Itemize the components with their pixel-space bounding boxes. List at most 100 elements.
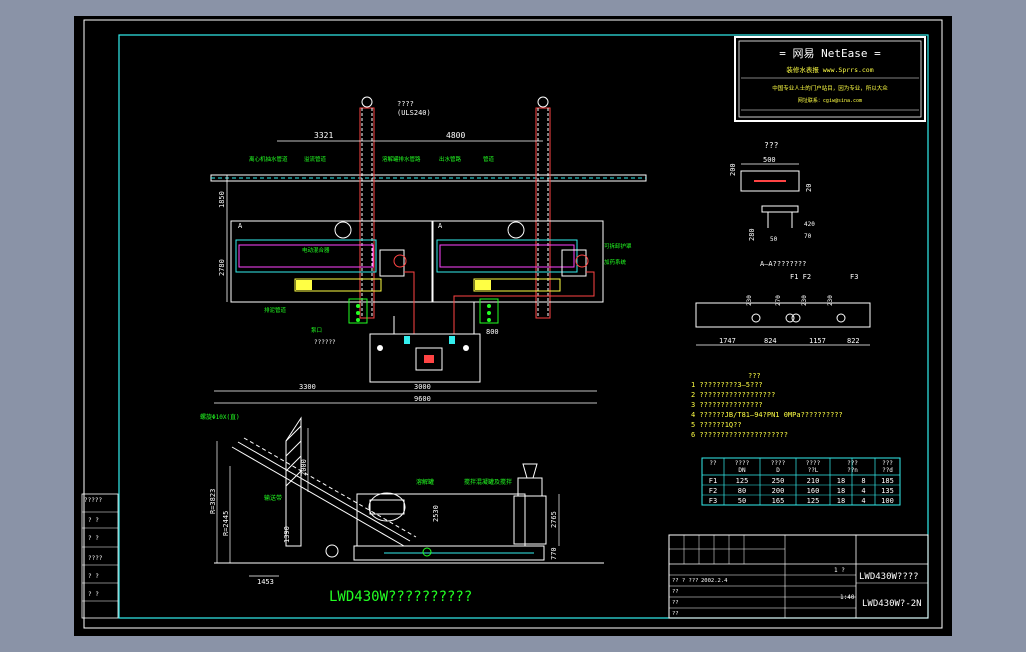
left-revision-table: ????? ? ? ? ? ???? ? ? ? ? <box>81 493 119 619</box>
flange-table-cell: 125 <box>807 497 820 505</box>
title-block-name: LWD430W???? <box>859 572 919 582</box>
title-block-row-3: ?? <box>672 600 679 606</box>
detail-dim-20: 20 <box>805 184 813 192</box>
left-table-6: ? ? <box>88 591 99 598</box>
notes-title: ??? <box>748 372 761 380</box>
elev-dim-2765: 2765 <box>550 511 558 528</box>
logo-subtitle: 装修水表报 www.Sprrs.com <box>786 65 873 74</box>
plan-pump-label: ???? <box>397 100 414 108</box>
elev-dim-1390: 1390 <box>283 526 291 543</box>
elev-dim-2530: 2530 <box>432 505 440 522</box>
note-6: 6 ????????????????????? <box>691 431 788 439</box>
callout-6: 可拆卸护罩 <box>604 242 632 250</box>
elev-label-top: 螺旋Φ10X(直) <box>200 413 240 421</box>
flange-table-cell: 135 <box>881 487 894 495</box>
flange-table: ?? ????DN????D??????L?????n?????dF1 125 250… <box>701 457 901 506</box>
flange-table-header: D <box>776 467 780 474</box>
callout-7: 加药系统 <box>604 258 627 266</box>
flange-table-cell: 250 <box>772 477 785 485</box>
title-block: LWD430W???? LWD430W?-2N 1:40 1 ? 2002.2.… <box>668 534 929 619</box>
plan-view: 3321 4800 ???? (ULS240) 1850 2780 3300 3… <box>210 96 647 404</box>
detail-dim-280: 280 <box>748 228 756 241</box>
plan-dim-3321: 3321 <box>314 131 333 140</box>
flange-table-cell: F3 <box>709 497 717 505</box>
plan-dim-800: 800 <box>486 328 499 336</box>
flange-table-cell: 160 <box>807 487 820 495</box>
cad-drawing-viewport[interactable]: = 网易 NetEase = 装修水表报 www.Sprrs.com 中国专业人… <box>74 16 952 636</box>
flange-table-cell: 18 <box>837 477 845 485</box>
flange-table-cell: F2 <box>709 487 717 495</box>
flange-table-cell: 200 <box>772 487 785 495</box>
section-title: A—A???????? <box>760 260 806 268</box>
plan-dim-3300: 3300 <box>299 383 316 391</box>
plan-dim-2780: 2780 <box>218 259 226 276</box>
section-dim-v3: 230 <box>801 295 808 306</box>
logo-line1: 中国专业人士的门户站目，因为专业，所以大众 <box>772 84 888 92</box>
callout-4: 出水管路 <box>439 155 462 163</box>
note-5: 5 ??????1Q?? <box>691 421 742 429</box>
flange-table-header: ???? <box>771 460 786 467</box>
flange-table-header: DN <box>738 467 746 474</box>
callout-8: 电动混合器 <box>302 246 330 254</box>
note-1: 1 ?????????3—5??? <box>691 381 763 389</box>
flange-table-header: ?? <box>709 460 717 467</box>
elev-label-dosing: 搅拌混凝罐及搅拌 <box>464 478 512 486</box>
flange-table-cell: 50 <box>738 497 746 505</box>
detail-dim-200: 200 <box>729 163 737 176</box>
callout-9: 排泥管道 <box>264 306 287 314</box>
flange-table-header: ??n <box>847 467 858 474</box>
callout-5: 管道 <box>483 155 495 163</box>
callout-1: 离心机抽水管道 <box>249 155 288 163</box>
plan-dim-1850: 1850 <box>218 191 226 208</box>
plan-dim-4800: 4800 <box>446 131 465 140</box>
section-dim-h4: 822 <box>847 337 860 345</box>
plan-controller-label: ?????? <box>314 339 336 346</box>
elev-label-tank: 溶解罐 <box>416 478 434 486</box>
detail-dim-420: 420 <box>804 221 815 228</box>
title-block-sheet: 1 ? <box>834 567 845 574</box>
flange-table-cell: 125 <box>736 477 749 485</box>
flange-table-cell: 80 <box>738 487 746 495</box>
detail-dim-70: 70 <box>804 233 812 240</box>
technical-notes: ??? 1 ?????????3—5??? 2 ????????????????… <box>691 372 843 439</box>
section-dim-h2: 824 <box>764 337 777 345</box>
netease-logo: = 网易 NetEase = 装修水表报 www.Sprrs.com 中国专业人… <box>734 36 926 122</box>
section-flange-f3: F3 <box>850 273 858 281</box>
note-2: 2 ?????????????????? <box>691 391 775 399</box>
section-dim-h3: 1157 <box>809 337 826 345</box>
flange-table-cell: 100 <box>881 497 894 505</box>
flange-table-cell: 8 <box>861 477 865 485</box>
left-table-4: ???? <box>88 555 103 562</box>
title-block-row-4: ?? <box>672 611 679 617</box>
callout-2: 溢流管道 <box>304 155 327 163</box>
elev-dim-770: 770 <box>550 547 558 560</box>
flange-table-header: ??? <box>847 460 858 467</box>
callout-3: 溶解罐排水管路 <box>382 155 421 163</box>
detail-title: ??? <box>764 141 779 150</box>
flange-table-header: ??? <box>882 460 893 467</box>
logo-title: = 网易 NetEase = <box>779 47 881 60</box>
title-block-scale: 1:40 <box>840 594 855 601</box>
flange-table-cell: F1 <box>709 477 717 485</box>
drawing-title: LWD430W?????????? <box>329 589 472 605</box>
section-flange-f1f2: F1 F2 <box>790 273 811 281</box>
title-block-row-2: ?? <box>672 589 679 595</box>
elev-dim-1453: 1453 <box>257 578 274 586</box>
left-table-2: ? ? <box>88 517 99 524</box>
flange-table-cell: 18 <box>837 487 845 495</box>
section-dim-v1: 230 <box>746 295 753 306</box>
plan-pump-model: (ULS240) <box>397 109 431 117</box>
logo-line2: 网址联系：cgiw@sina.com <box>798 97 862 104</box>
note-3: 3 ??????????????? <box>691 401 763 409</box>
flange-table-header: ???? <box>806 460 821 467</box>
plan-dim-9600: 9600 <box>414 395 431 403</box>
flange-table-cell: 165 <box>772 497 785 505</box>
flange-table-header: ???? <box>735 460 750 467</box>
flange-table-cell: 4 <box>861 487 865 495</box>
plan-dim-3000: 3000 <box>414 383 431 391</box>
elev-dim-2000: 2000 <box>300 459 308 476</box>
flange-table-cell: 185 <box>881 477 894 485</box>
elev-dim-r3823: R=3823 <box>209 489 217 514</box>
elev-dim-r2445: R=2445 <box>222 511 230 536</box>
detail-dim-50: 50 <box>770 236 778 243</box>
